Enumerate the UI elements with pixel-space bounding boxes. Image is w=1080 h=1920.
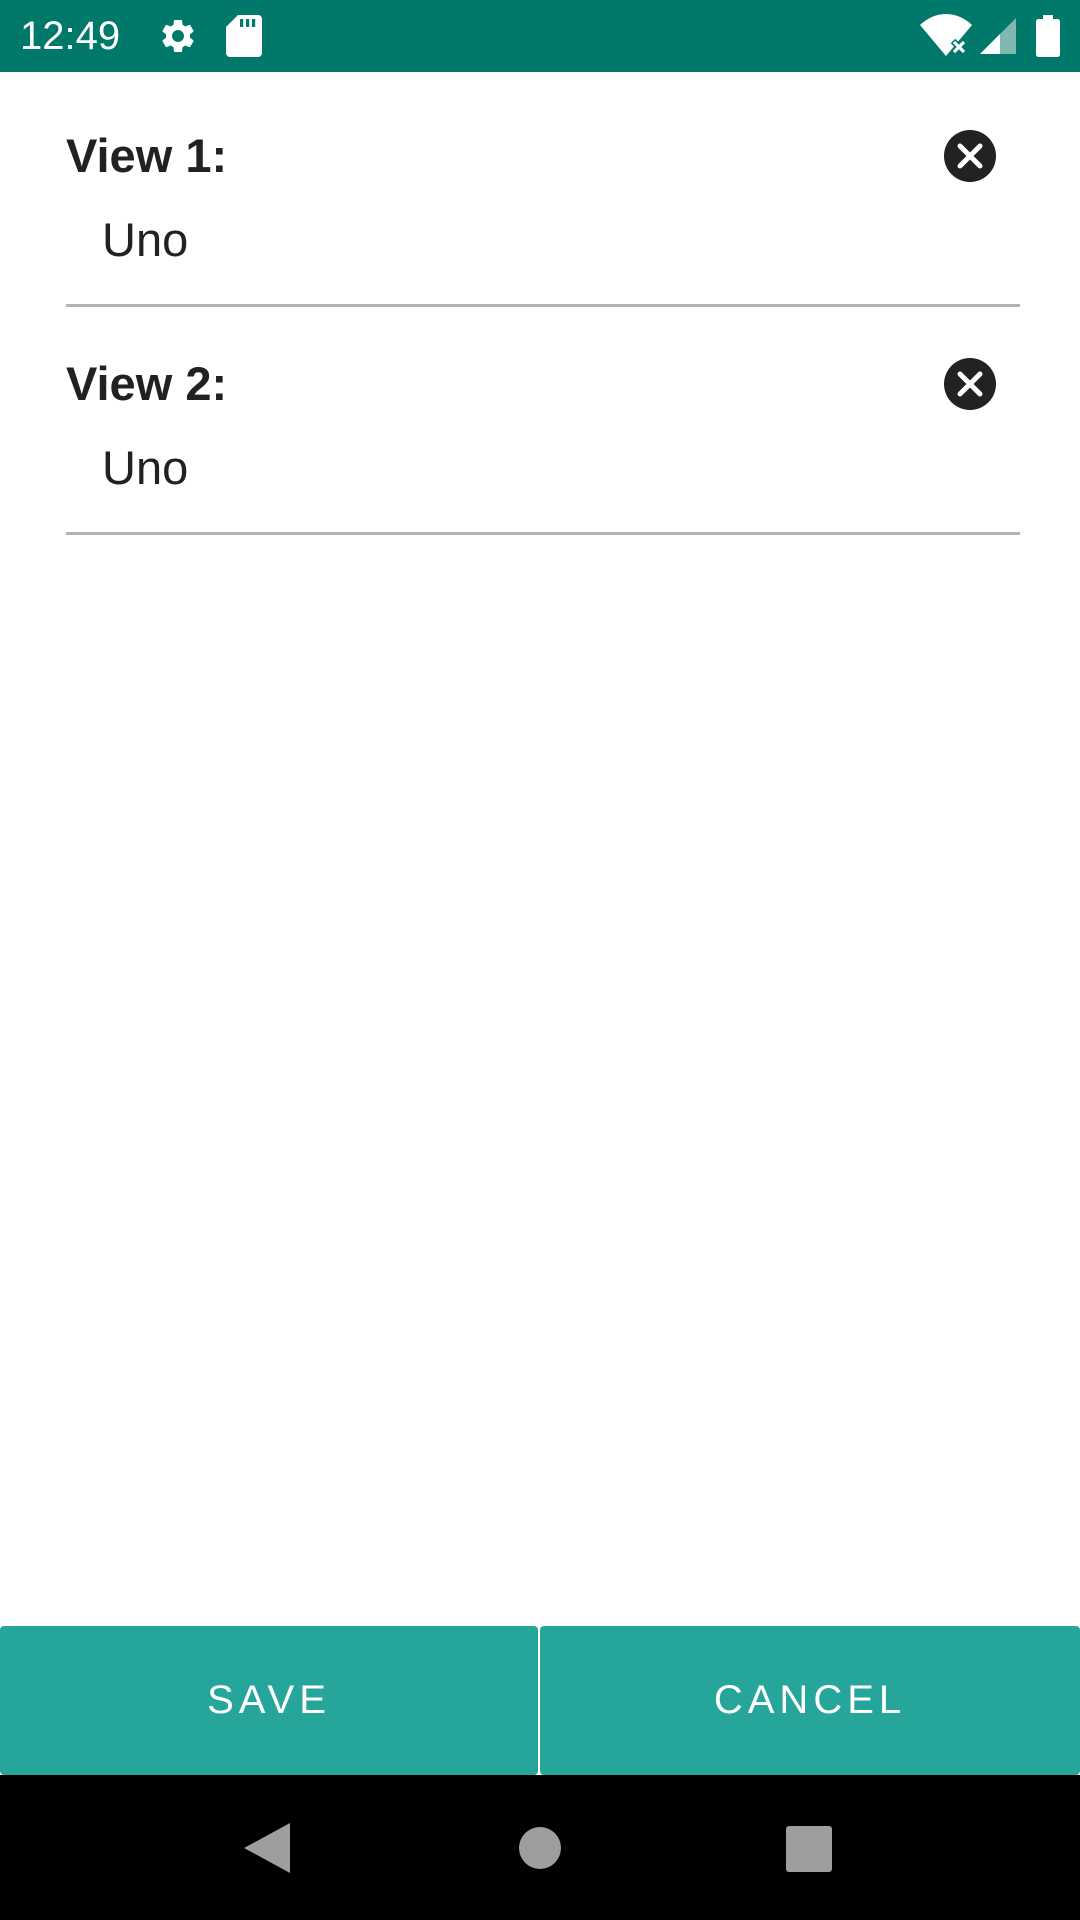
status-time: 12:49: [20, 14, 121, 58]
row-divider: [66, 532, 1020, 535]
close-circle-icon[interactable]: [944, 358, 996, 410]
field-label: View 1:: [66, 129, 228, 182]
field-row-view-2: View 2: Uno: [66, 300, 1020, 535]
wifi-icon: [920, 14, 972, 61]
screen: 12:49 View 1: Uno View 2: Uno SAVE CANCE…: [0, 0, 1080, 1920]
save-button[interactable]: SAVE: [0, 1626, 538, 1775]
cancel-button[interactable]: CANCEL: [540, 1626, 1080, 1775]
navigation-bar: [0, 1775, 1080, 1920]
status-bar: 12:49: [0, 0, 1080, 72]
gear-icon: [158, 16, 198, 61]
signal-icon: [980, 18, 1016, 59]
home-icon[interactable]: [518, 1826, 562, 1875]
action-bar: SAVE CANCEL: [0, 1626, 1080, 1775]
field-value[interactable]: Uno: [102, 212, 188, 268]
sd-card-icon: [226, 15, 262, 62]
field-row-view-1: View 1: Uno: [66, 72, 1020, 307]
field-label: View 2:: [66, 357, 228, 410]
back-icon[interactable]: [244, 1823, 290, 1878]
field-value[interactable]: Uno: [102, 440, 188, 496]
close-circle-icon[interactable]: [944, 130, 996, 182]
battery-icon: [1036, 15, 1060, 62]
recents-icon[interactable]: [786, 1826, 832, 1877]
